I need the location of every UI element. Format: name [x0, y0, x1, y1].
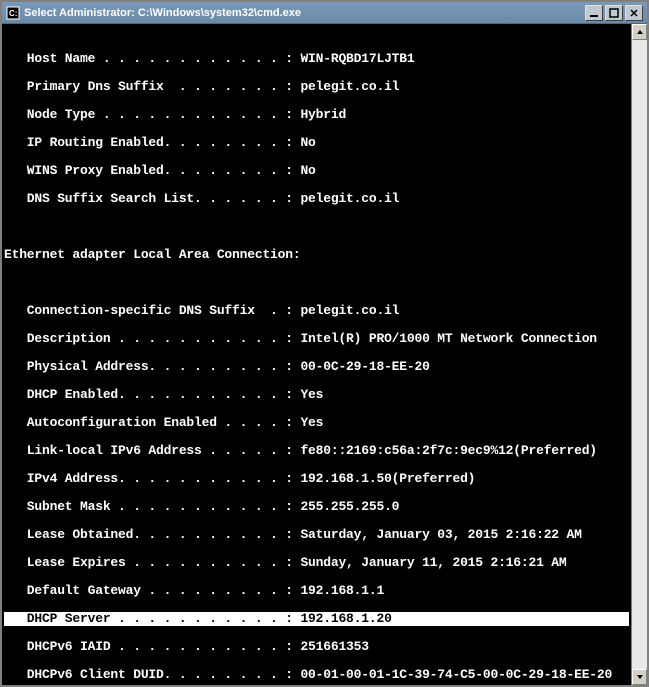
highlighted-line: DHCP Server . . . . . . . . . . . : 192.…: [4, 612, 629, 626]
scroll-down-button[interactable]: [632, 669, 647, 685]
output-line: DHCPv6 Client DUID. . . . . . . . : 00-0…: [4, 668, 629, 682]
output-line: Node Type . . . . . . . . . . . . : Hybr…: [4, 108, 629, 122]
output-line: WINS Proxy Enabled. . . . . . . . : No: [4, 164, 629, 178]
maximize-button[interactable]: [605, 5, 623, 21]
output-line: DHCPv6 IAID . . . . . . . . . . . : 2516…: [4, 640, 629, 654]
cmd-icon: C:: [6, 6, 20, 20]
output-line: Physical Address. . . . . . . . . : 00-0…: [4, 360, 629, 374]
output-line: [4, 276, 629, 290]
output-line: Autoconfiguration Enabled . . . . : Yes: [4, 416, 629, 430]
output-line: [4, 24, 629, 38]
titlebar[interactable]: C: Select Administrator: C:\Windows\syst…: [2, 2, 647, 24]
output-line: IPv4 Address. . . . . . . . . . . : 192.…: [4, 472, 629, 486]
svg-text:C:: C:: [9, 9, 17, 18]
cmd-window: C: Select Administrator: C:\Windows\syst…: [0, 0, 649, 687]
output-line: DNS Suffix Search List. . . . . . : pele…: [4, 192, 629, 206]
minimize-button[interactable]: [585, 5, 603, 21]
window-title: Select Administrator: C:\Windows\system3…: [24, 7, 585, 19]
close-button[interactable]: [625, 5, 643, 21]
scroll-track[interactable]: [632, 40, 647, 669]
output-line: Lease Expires . . . . . . . . . . : Sund…: [4, 556, 629, 570]
console-output[interactable]: Host Name . . . . . . . . . . . . : WIN-…: [2, 24, 631, 685]
scroll-up-button[interactable]: [632, 24, 647, 40]
console-area: Host Name . . . . . . . . . . . . : WIN-…: [2, 24, 647, 685]
output-line: Subnet Mask . . . . . . . . . . . : 255.…: [4, 500, 629, 514]
vertical-scrollbar[interactable]: [631, 24, 647, 685]
output-line: IP Routing Enabled. . . . . . . . : No: [4, 136, 629, 150]
output-line: Lease Obtained. . . . . . . . . . : Satu…: [4, 528, 629, 542]
output-line: Description . . . . . . . . . . . : Inte…: [4, 332, 629, 346]
output-line: DHCP Enabled. . . . . . . . . . . : Yes: [4, 388, 629, 402]
output-line: Link-local IPv6 Address . . . . . : fe80…: [4, 444, 629, 458]
output-line: [4, 220, 629, 234]
output-line: Default Gateway . . . . . . . . . : 192.…: [4, 584, 629, 598]
output-line: Host Name . . . . . . . . . . . . : WIN-…: [4, 52, 629, 66]
output-line: Primary Dns Suffix . . . . . . . : peleg…: [4, 80, 629, 94]
output-line: Ethernet adapter Local Area Connection:: [4, 248, 629, 262]
output-line: Connection-specific DNS Suffix . : peleg…: [4, 304, 629, 318]
window-controls: [585, 5, 643, 21]
